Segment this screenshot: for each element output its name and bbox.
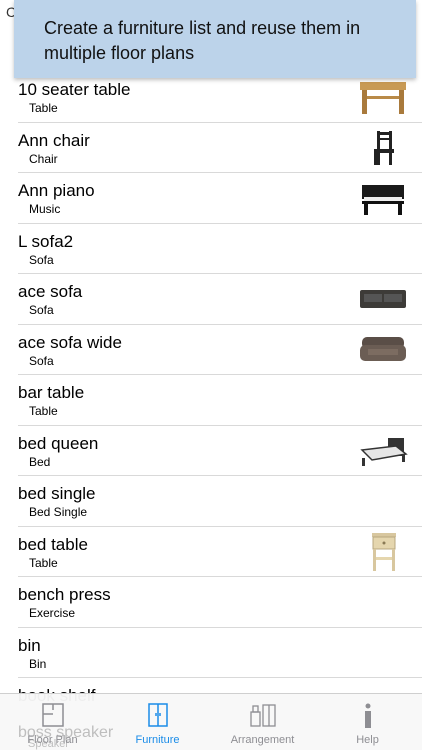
item-name: bed single	[18, 484, 96, 503]
bed-icon	[360, 437, 408, 466]
item-category: Bed Single	[29, 505, 88, 519]
table-wood-icon	[360, 82, 406, 114]
arrangement-icon	[249, 704, 276, 727]
list-item[interactable]: bin Bin	[18, 628, 422, 678]
sofa-icon	[360, 290, 406, 308]
furniture-list[interactable]: 10 seater table Table Ann chair Chair An…	[0, 72, 422, 728]
tab-bar: boss speaker Speaker Floor Plan Furnitur…	[0, 693, 422, 750]
list-item[interactable]: bed table Table	[18, 527, 422, 577]
item-category: Sofa	[29, 252, 54, 267]
list-item[interactable]: 10 seater table Table	[18, 72, 422, 123]
floor-plan-icon	[41, 703, 64, 727]
item-name: Ann chair	[18, 130, 90, 150]
item-name: 10 seater table	[18, 80, 131, 99]
list-item[interactable]: bench press Exercise	[18, 577, 422, 628]
sofa-wide-icon	[360, 336, 406, 361]
piano-icon	[362, 185, 404, 215]
item-name: bench press	[18, 585, 111, 604]
tab-label: Furniture	[135, 734, 180, 746]
item-category: Exercise	[29, 606, 76, 620]
tab-help[interactable]: Help	[315, 694, 420, 750]
item-category: Table	[29, 555, 58, 570]
list-item[interactable]: Ann piano Music	[18, 173, 422, 224]
item-name: bar table	[18, 383, 85, 402]
info-icon	[364, 703, 371, 728]
item-name: bed queen	[18, 433, 99, 453]
item-category: Bed	[29, 454, 51, 469]
tutorial-banner: Create a furniture list and reuse them i…	[14, 0, 416, 78]
item-category: Chair	[29, 151, 58, 166]
tab-label: Arrangement	[230, 734, 295, 746]
item-name: ace sofa wide	[18, 332, 122, 352]
list-item[interactable]: bar table Table	[18, 375, 422, 426]
list-item[interactable]: ace sofa Sofa	[18, 274, 422, 325]
list-item[interactable]: bed single Bed Single	[18, 476, 422, 527]
banner-text: Create a furniture list and reuse them i…	[44, 18, 361, 63]
item-name: bin	[18, 635, 41, 655]
tab-arrangement[interactable]: Arrangement	[210, 694, 315, 750]
item-category: Music	[29, 202, 61, 216]
tab-furniture[interactable]: Furniture	[105, 694, 210, 750]
item-category: Table	[29, 101, 58, 115]
list-item[interactable]: bed queen Bed	[18, 426, 422, 476]
list-item[interactable]: L sofa2 Sofa	[18, 224, 422, 274]
list-item[interactable]: Ann chair Chair	[18, 123, 422, 173]
tab-label: Help	[356, 734, 379, 746]
item-category: Sofa	[29, 353, 54, 368]
chair-icon	[374, 130, 394, 165]
item-category: Table	[29, 404, 58, 418]
tab-label: Floor Plan	[27, 734, 78, 746]
nightstand-icon	[372, 532, 396, 571]
list-item[interactable]: ace sofa wide Sofa	[18, 325, 422, 375]
item-category: Sofa	[29, 303, 54, 317]
item-name: L sofa2	[18, 231, 74, 251]
item-category: Bin	[29, 656, 47, 671]
wardrobe-icon	[147, 703, 168, 727]
item-name: ace sofa	[18, 282, 83, 301]
item-name: Ann piano	[18, 181, 95, 200]
item-name: bed table	[18, 534, 88, 554]
tab-floor-plan[interactable]: Floor Plan	[0, 694, 105, 750]
